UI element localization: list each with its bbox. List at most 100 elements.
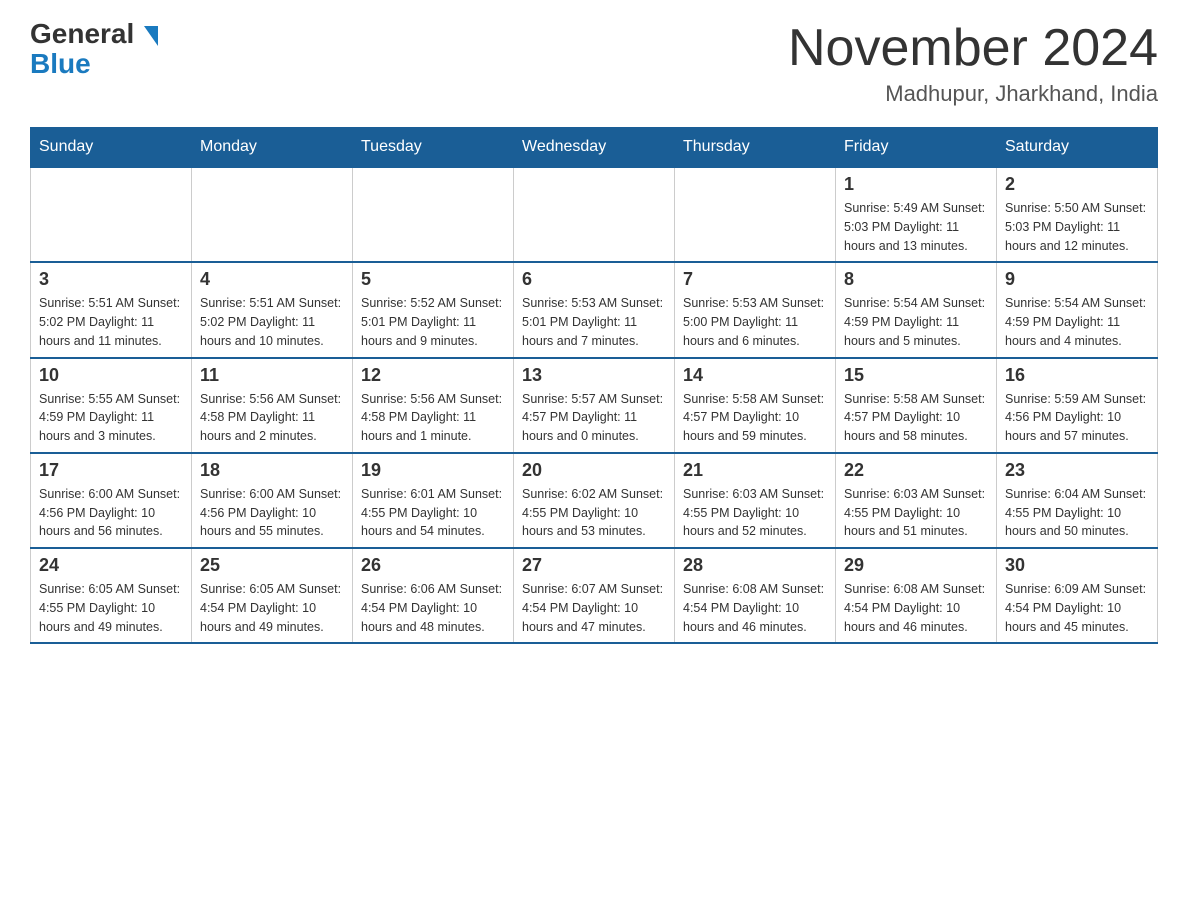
day-info: Sunrise: 6:05 AM Sunset: 4:54 PM Dayligh… xyxy=(200,580,344,636)
calendar-cell: 10 Sunrise: 5:55 AM Sunset: 4:59 PM Dayli… xyxy=(31,358,192,453)
calendar-cell: 3 Sunrise: 5:51 AM Sunset: 5:02 PM Daylig… xyxy=(31,262,192,357)
calendar-cell: 8 Sunrise: 5:54 AM Sunset: 4:59 PM Daylig… xyxy=(836,262,997,357)
calendar-header-row: SundayMondayTuesdayWednesdayThursdayFrid… xyxy=(31,128,1158,168)
day-number: 21 xyxy=(683,460,827,481)
calendar-week-row: 3 Sunrise: 5:51 AM Sunset: 5:02 PM Daylig… xyxy=(31,262,1158,357)
calendar-cell: 15 Sunrise: 5:58 AM Sunset: 4:57 PM Dayli… xyxy=(836,358,997,453)
day-number: 6 xyxy=(522,269,666,290)
day-info: Sunrise: 6:04 AM Sunset: 4:55 PM Dayligh… xyxy=(1005,485,1149,541)
calendar-cell: 12 Sunrise: 5:56 AM Sunset: 4:58 PM Dayli… xyxy=(353,358,514,453)
day-info: Sunrise: 5:51 AM Sunset: 5:02 PM Dayligh… xyxy=(39,294,183,350)
calendar-week-row: 24 Sunrise: 6:05 AM Sunset: 4:55 PM Dayli… xyxy=(31,548,1158,643)
day-info: Sunrise: 5:56 AM Sunset: 4:58 PM Dayligh… xyxy=(361,390,505,446)
day-number: 19 xyxy=(361,460,505,481)
calendar-cell: 9 Sunrise: 5:54 AM Sunset: 4:59 PM Daylig… xyxy=(997,262,1158,357)
calendar-week-row: 1 Sunrise: 5:49 AM Sunset: 5:03 PM Daylig… xyxy=(31,167,1158,262)
day-number: 16 xyxy=(1005,365,1149,386)
calendar-cell: 22Sunrise: 6:03 AM Sunset: 4:55 PM Dayli… xyxy=(836,453,997,548)
calendar-table: SundayMondayTuesdayWednesdayThursdayFrid… xyxy=(30,127,1158,644)
logo: General Blue xyxy=(30,20,158,80)
calendar-cell: 1 Sunrise: 5:49 AM Sunset: 5:03 PM Daylig… xyxy=(836,167,997,262)
day-info: Sunrise: 6:08 AM Sunset: 4:54 PM Dayligh… xyxy=(844,580,988,636)
weekday-header-friday: Friday xyxy=(836,128,997,168)
calendar-cell: 13Sunrise: 5:57 AM Sunset: 4:57 PM Dayli… xyxy=(514,358,675,453)
calendar-cell: 4 Sunrise: 5:51 AM Sunset: 5:02 PM Daylig… xyxy=(192,262,353,357)
day-info: Sunrise: 6:07 AM Sunset: 4:54 PM Dayligh… xyxy=(522,580,666,636)
day-info: Sunrise: 6:06 AM Sunset: 4:54 PM Dayligh… xyxy=(361,580,505,636)
day-number: 28 xyxy=(683,555,827,576)
calendar-cell: 2Sunrise: 5:50 AM Sunset: 5:03 PM Daylig… xyxy=(997,167,1158,262)
title-block: November 2024 Madhupur, Jharkhand, India xyxy=(788,20,1158,107)
calendar-cell xyxy=(192,167,353,262)
calendar-cell xyxy=(31,167,192,262)
calendar-cell: 29Sunrise: 6:08 AM Sunset: 4:54 PM Dayli… xyxy=(836,548,997,643)
day-info: Sunrise: 5:54 AM Sunset: 4:59 PM Dayligh… xyxy=(844,294,988,350)
day-number: 12 xyxy=(361,365,505,386)
day-number: 8 xyxy=(844,269,988,290)
day-info: Sunrise: 6:09 AM Sunset: 4:54 PM Dayligh… xyxy=(1005,580,1149,636)
day-info: Sunrise: 5:52 AM Sunset: 5:01 PM Dayligh… xyxy=(361,294,505,350)
day-info: Sunrise: 6:01 AM Sunset: 4:55 PM Dayligh… xyxy=(361,485,505,541)
day-number: 10 xyxy=(39,365,183,386)
day-info: Sunrise: 5:53 AM Sunset: 5:00 PM Dayligh… xyxy=(683,294,827,350)
calendar-cell: 7 Sunrise: 5:53 AM Sunset: 5:00 PM Daylig… xyxy=(675,262,836,357)
day-info: Sunrise: 6:05 AM Sunset: 4:55 PM Dayligh… xyxy=(39,580,183,636)
calendar-week-row: 10 Sunrise: 5:55 AM Sunset: 4:59 PM Dayli… xyxy=(31,358,1158,453)
day-number: 14 xyxy=(683,365,827,386)
calendar-cell: 19 Sunrise: 6:01 AM Sunset: 4:55 PM Dayli… xyxy=(353,453,514,548)
day-number: 9 xyxy=(1005,269,1149,290)
weekday-header-tuesday: Tuesday xyxy=(353,128,514,168)
day-info: Sunrise: 5:53 AM Sunset: 5:01 PM Dayligh… xyxy=(522,294,666,350)
logo-arrow-icon xyxy=(144,26,158,46)
calendar-week-row: 17 Sunrise: 6:00 AM Sunset: 4:56 PM Dayli… xyxy=(31,453,1158,548)
calendar-cell xyxy=(675,167,836,262)
day-info: Sunrise: 5:58 AM Sunset: 4:57 PM Dayligh… xyxy=(683,390,827,446)
day-info: Sunrise: 5:49 AM Sunset: 5:03 PM Dayligh… xyxy=(844,199,988,255)
day-number: 7 xyxy=(683,269,827,290)
day-number: 11 xyxy=(200,365,344,386)
logo-general-text: General xyxy=(30,20,158,48)
calendar-cell: 25 Sunrise: 6:05 AM Sunset: 4:54 PM Dayli… xyxy=(192,548,353,643)
calendar-cell: 17Sunrise: 6:00 AM Sunset: 4:56 PM Dayli… xyxy=(31,453,192,548)
calendar-cell: 27 Sunrise: 6:07 AM Sunset: 4:54 PM Dayli… xyxy=(514,548,675,643)
day-number: 17 xyxy=(39,460,183,481)
logo-blue-text: Blue xyxy=(30,48,91,80)
calendar-cell: 26 Sunrise: 6:06 AM Sunset: 4:54 PM Dayli… xyxy=(353,548,514,643)
day-number: 27 xyxy=(522,555,666,576)
calendar-cell xyxy=(353,167,514,262)
day-info: Sunrise: 6:03 AM Sunset: 4:55 PM Dayligh… xyxy=(683,485,827,541)
day-number: 2 xyxy=(1005,174,1149,195)
calendar-cell: 6 Sunrise: 5:53 AM Sunset: 5:01 PM Daylig… xyxy=(514,262,675,357)
day-info: Sunrise: 5:58 AM Sunset: 4:57 PM Dayligh… xyxy=(844,390,988,446)
weekday-header-saturday: Saturday xyxy=(997,128,1158,168)
day-info: Sunrise: 6:00 AM Sunset: 4:56 PM Dayligh… xyxy=(200,485,344,541)
day-info: Sunrise: 6:02 AM Sunset: 4:55 PM Dayligh… xyxy=(522,485,666,541)
day-number: 1 xyxy=(844,174,988,195)
day-info: Sunrise: 5:54 AM Sunset: 4:59 PM Dayligh… xyxy=(1005,294,1149,350)
calendar-cell: 14 Sunrise: 5:58 AM Sunset: 4:57 PM Dayli… xyxy=(675,358,836,453)
day-number: 20 xyxy=(522,460,666,481)
weekday-header-thursday: Thursday xyxy=(675,128,836,168)
day-number: 15 xyxy=(844,365,988,386)
day-number: 26 xyxy=(361,555,505,576)
day-info: Sunrise: 6:03 AM Sunset: 4:55 PM Dayligh… xyxy=(844,485,988,541)
day-info: Sunrise: 5:59 AM Sunset: 4:56 PM Dayligh… xyxy=(1005,390,1149,446)
month-title: November 2024 xyxy=(788,20,1158,77)
day-info: Sunrise: 6:08 AM Sunset: 4:54 PM Dayligh… xyxy=(683,580,827,636)
day-number: 3 xyxy=(39,269,183,290)
day-number: 25 xyxy=(200,555,344,576)
day-info: Sunrise: 5:55 AM Sunset: 4:59 PM Dayligh… xyxy=(39,390,183,446)
weekday-header-monday: Monday xyxy=(192,128,353,168)
page-header: General Blue November 2024 Madhupur, Jha… xyxy=(30,20,1158,107)
calendar-cell: 23Sunrise: 6:04 AM Sunset: 4:55 PM Dayli… xyxy=(997,453,1158,548)
day-number: 30 xyxy=(1005,555,1149,576)
calendar-cell: 5 Sunrise: 5:52 AM Sunset: 5:01 PM Daylig… xyxy=(353,262,514,357)
day-number: 4 xyxy=(200,269,344,290)
weekday-header-wednesday: Wednesday xyxy=(514,128,675,168)
calendar-cell: 24 Sunrise: 6:05 AM Sunset: 4:55 PM Dayli… xyxy=(31,548,192,643)
day-number: 5 xyxy=(361,269,505,290)
day-number: 24 xyxy=(39,555,183,576)
calendar-cell: 11Sunrise: 5:56 AM Sunset: 4:58 PM Dayli… xyxy=(192,358,353,453)
day-info: Sunrise: 5:51 AM Sunset: 5:02 PM Dayligh… xyxy=(200,294,344,350)
day-number: 18 xyxy=(200,460,344,481)
